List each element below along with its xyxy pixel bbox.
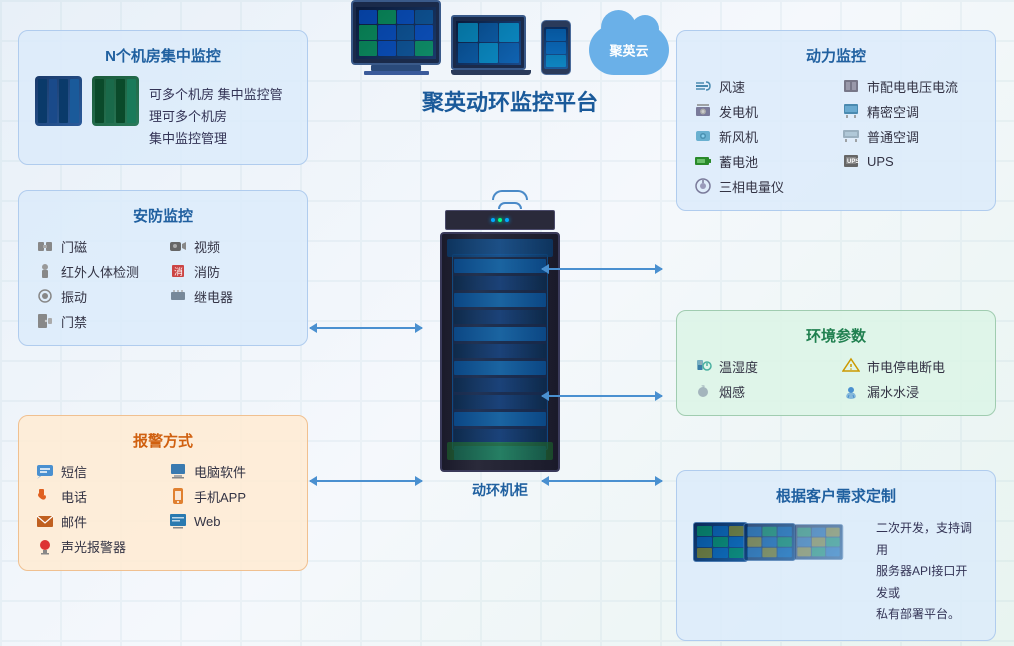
vibration-icon	[35, 286, 55, 306]
custom-screens	[693, 522, 866, 562]
alarm-item-phone: 电话	[35, 486, 158, 506]
smoke-icon	[693, 381, 713, 401]
datacenter-desc: 可多个机房 集中监控管理可多个机房集中监控管理	[149, 76, 291, 150]
email-icon	[35, 511, 55, 531]
env-item-temp: 温湿度	[693, 356, 831, 376]
security-item-fire: 消 消防	[168, 261, 291, 281]
battery-icon	[693, 151, 713, 171]
datacenter-monitoring-card: N个机房集中监控 可多个机房	[18, 30, 308, 165]
arrow-right-top	[542, 268, 662, 270]
access-control-icon	[35, 311, 55, 331]
monitor-device	[351, 0, 441, 75]
arrow-left-bottom	[310, 480, 422, 482]
security-item-access: 门禁	[35, 311, 158, 331]
power-meter-icon	[693, 176, 713, 196]
wind-icon	[693, 76, 713, 96]
laptop-device	[451, 15, 531, 75]
datacenter-photo-1	[35, 76, 82, 126]
env-item-water: 漏水水浸	[841, 381, 979, 401]
water-leak-icon	[841, 381, 861, 401]
env-items: 温湿度 市电停电断电 烟感 漏水水浸	[693, 356, 979, 401]
cabinet-area: 动环机柜	[420, 210, 580, 500]
env-item-smoke: 烟感	[693, 381, 831, 401]
alarm-card: 报警方式 短信 电脑软件 电话	[18, 415, 308, 571]
svg-text:消: 消	[174, 266, 183, 277]
custom-card: 根据客户需求定制 二次开发	[676, 470, 996, 641]
power-monitoring-title: 动力监控	[693, 45, 979, 66]
custom-title: 根据客户需求定制	[693, 485, 979, 506]
power-item-battery: 蓄电池	[693, 151, 831, 171]
phone-icon	[35, 486, 55, 506]
security-item-infrared: 红外人体检测	[35, 261, 158, 281]
fresh-air-icon	[693, 126, 713, 146]
mobile-app-icon	[168, 486, 188, 506]
voltage-icon	[841, 76, 861, 96]
alarm-items: 短信 电脑软件 电话 手机APP	[35, 461, 291, 556]
power-item-ups: UPS UPS	[841, 151, 979, 171]
alarm-item-light: 声光报警器	[35, 536, 158, 556]
cloud-label: 聚英云	[609, 41, 648, 60]
precision-ac-icon	[841, 101, 861, 121]
cloud-area: 聚英云	[589, 25, 669, 75]
power-item-generator: 发电机	[693, 101, 831, 121]
temp-humidity-icon	[693, 356, 713, 376]
arrow-right-bottom	[542, 480, 662, 482]
alarm-light-icon	[35, 536, 55, 556]
video-icon	[168, 236, 188, 256]
ups-icon: UPS	[841, 151, 861, 171]
alarm-title: 报警方式	[35, 430, 291, 451]
security-item-video: 视频	[168, 236, 291, 256]
security-item-1: 门磁	[35, 236, 158, 256]
infrared-icon	[35, 261, 55, 281]
power-item-voltage: 市配电电压电流	[841, 76, 979, 96]
power-item-meter: 三相电量仪	[693, 176, 831, 196]
datacenter-photo-2	[92, 76, 139, 126]
sms-icon	[35, 461, 55, 481]
arrow-right-middle	[542, 395, 662, 397]
pc-software-icon	[168, 461, 188, 481]
generator-icon	[693, 101, 713, 121]
arrow-left-middle	[310, 327, 422, 329]
power-item-normal-ac: 普通空调	[841, 126, 979, 146]
alarm-item-email: 邮件	[35, 511, 158, 531]
power-item-precision-ac: 精密空调	[841, 101, 979, 121]
power-off-icon	[841, 356, 861, 376]
normal-ac-icon	[841, 126, 861, 146]
env-item-power-off: 市电停电断电	[841, 356, 979, 376]
security-item-vibration: 振动	[35, 286, 158, 306]
alarm-item-pc: 电脑软件	[168, 461, 291, 481]
cabinet-label: 动环机柜	[472, 480, 528, 500]
alarm-item-app: 手机APP	[168, 486, 291, 506]
security-card: 安防监控 门磁 视频 红外人体检测	[18, 190, 308, 346]
env-title: 环境参数	[693, 325, 979, 346]
custom-desc: 二次开发，支持调用服务器API接口开发或私有部署平台。	[876, 516, 979, 626]
power-items: 风速 市配电电压电流 发电机 精密空调	[693, 76, 979, 196]
power-item-wind: 风速	[693, 76, 831, 96]
platform-title: 聚英动环监控平台	[340, 85, 680, 117]
relay-icon	[168, 286, 188, 306]
phone-device	[541, 20, 571, 75]
power-monitoring-card: 动力监控 风速 市配电电压电流 发电机	[676, 30, 996, 211]
svg-text:UPS: UPS	[847, 159, 859, 165]
env-params-card: 环境参数 温湿度 市电停电断电 烟感	[676, 310, 996, 416]
fire-icon: 消	[168, 261, 188, 281]
alarm-item-web: Web	[168, 511, 291, 531]
power-item-fresh-air: 新风机	[693, 126, 831, 146]
security-title: 安防监控	[35, 205, 291, 226]
web-icon	[168, 511, 188, 531]
alarm-item-sms: 短信	[35, 461, 158, 481]
platform-area: 聚英云 聚英动环监控平台	[340, 0, 680, 117]
security-item-relay: 继电器	[168, 286, 291, 306]
security-items: 门磁 视频 红外人体检测 消 消防	[35, 236, 291, 331]
datacenter-monitoring-title: N个机房集中监控	[35, 45, 291, 66]
door-magnet-icon	[35, 236, 55, 256]
